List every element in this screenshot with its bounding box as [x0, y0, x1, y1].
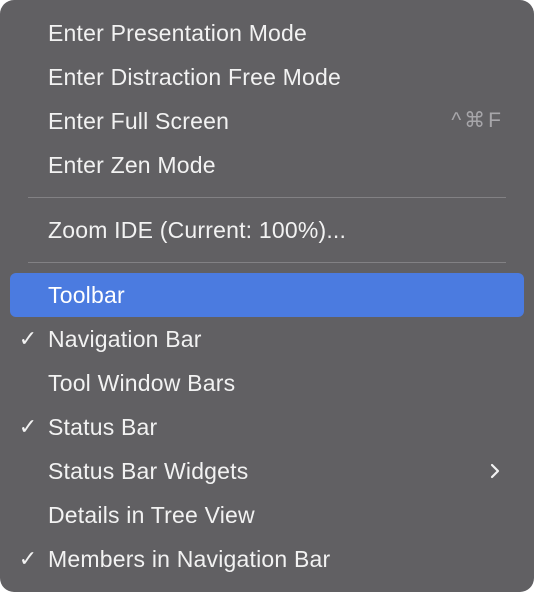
- menu-item-navigation-bar[interactable]: ✓ Navigation Bar: [10, 317, 524, 361]
- menu-item-zoom-ide[interactable]: Zoom IDE (Current: 100%)...: [10, 208, 524, 252]
- menu-item-label: Tool Window Bars: [48, 370, 236, 396]
- menu-item-label: Navigation Bar: [48, 326, 202, 352]
- menu-separator: [28, 197, 506, 198]
- chevron-right-icon: [490, 463, 500, 479]
- menu-item-enter-full-screen[interactable]: Enter Full Screen ^⌘F: [10, 99, 524, 143]
- menu-item-label: Status Bar Widgets: [48, 458, 249, 484]
- menu-item-tool-window-bars[interactable]: Tool Window Bars: [10, 361, 524, 405]
- checkmark-icon: ✓: [18, 546, 38, 571]
- menu-item-label: Members in Navigation Bar: [48, 546, 331, 572]
- menu-item-status-bar[interactable]: ✓ Status Bar: [10, 405, 524, 449]
- checkmark-icon: ✓: [18, 414, 38, 439]
- menu-item-members-in-navigation-bar[interactable]: ✓ Members in Navigation Bar: [10, 537, 524, 581]
- menu-item-label: Enter Presentation Mode: [48, 20, 308, 46]
- menu-item-label: Details in Tree View: [48, 502, 255, 528]
- keyboard-shortcut: ^⌘F: [451, 109, 504, 132]
- menu-item-details-in-tree-view[interactable]: Details in Tree View: [10, 493, 524, 537]
- menu-item-toolbar[interactable]: Toolbar: [10, 273, 524, 317]
- menu-item-enter-zen-mode[interactable]: Enter Zen Mode: [10, 143, 524, 187]
- menu-item-label: Status Bar: [48, 414, 158, 440]
- menu-item-enter-distraction-free-mode[interactable]: Enter Distraction Free Mode: [10, 55, 524, 99]
- menu-item-label: Toolbar: [48, 282, 125, 308]
- menu-separator: [28, 262, 506, 263]
- menu-item-label: Enter Zen Mode: [48, 152, 216, 178]
- menu-item-label: Enter Full Screen: [48, 108, 230, 134]
- view-appearance-menu: Enter Presentation Mode Enter Distractio…: [0, 0, 534, 592]
- menu-item-status-bar-widgets[interactable]: Status Bar Widgets: [10, 449, 524, 493]
- menu-item-label: Enter Distraction Free Mode: [48, 64, 342, 90]
- menu-item-enter-presentation-mode[interactable]: Enter Presentation Mode: [10, 11, 524, 55]
- checkmark-icon: ✓: [18, 326, 38, 351]
- menu-item-label: Zoom IDE (Current: 100%)...: [48, 217, 347, 243]
